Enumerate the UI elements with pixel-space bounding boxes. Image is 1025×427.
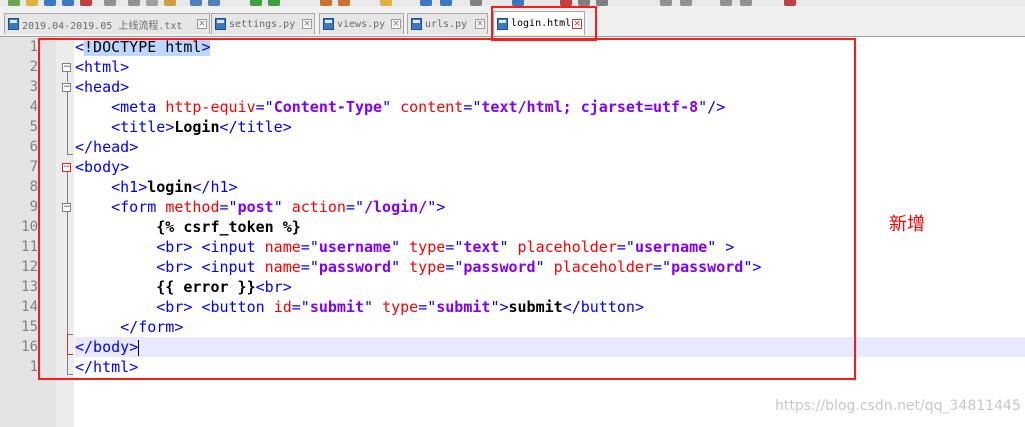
line-number: 4	[29, 99, 38, 115]
tab-label: views.py	[337, 18, 386, 30]
file-icon	[215, 18, 226, 30]
line-number: 2	[29, 59, 38, 75]
code-highlight-box	[38, 38, 856, 380]
line-number: 12	[21, 259, 38, 275]
line-number: 11	[21, 239, 38, 255]
line-number: 14	[21, 299, 38, 315]
watermark: https://blog.csdn.net/qq_34811445	[775, 398, 1021, 414]
tab-label: urls.py	[425, 18, 468, 30]
line-number: 7	[29, 159, 38, 175]
tab-label: settings.py	[229, 18, 296, 30]
line-number: 6	[29, 139, 38, 155]
line-number: 1	[29, 39, 38, 55]
tab-views[interactable]: views.py ×	[319, 13, 404, 34]
close-icon[interactable]: ×	[391, 19, 401, 29]
line-number: 16	[21, 339, 38, 355]
line-numbers: 1 2 3 4 5 6 7 8 9 10 11 12 13 14 15 16 1	[0, 37, 40, 377]
line-number: 10	[21, 219, 38, 235]
line-number: 1	[29, 359, 38, 375]
close-icon[interactable]: ×	[197, 19, 207, 29]
close-icon[interactable]: ×	[302, 19, 312, 29]
line-number: 9	[29, 199, 38, 215]
tab-release-notes[interactable]: 2019.04-2019.05 上线流程.txt ×	[4, 13, 210, 34]
tab-urls[interactable]: urls.py ×	[407, 13, 488, 34]
line-number: 8	[29, 179, 38, 195]
file-icon	[411, 18, 422, 30]
tab-settings[interactable]: settings.py ×	[211, 13, 315, 34]
annotation-label: 新增	[889, 214, 925, 235]
line-number: 13	[21, 279, 38, 295]
line-number: 15	[21, 319, 38, 335]
file-icon	[323, 18, 334, 30]
line-number: 5	[29, 119, 38, 135]
tab-label: 2019.04-2019.05 上线流程.txt	[22, 20, 183, 32]
line-number: 3	[29, 79, 38, 95]
tab-highlight-box	[491, 6, 597, 41]
close-icon[interactable]: ×	[475, 19, 485, 29]
file-icon	[8, 18, 19, 30]
